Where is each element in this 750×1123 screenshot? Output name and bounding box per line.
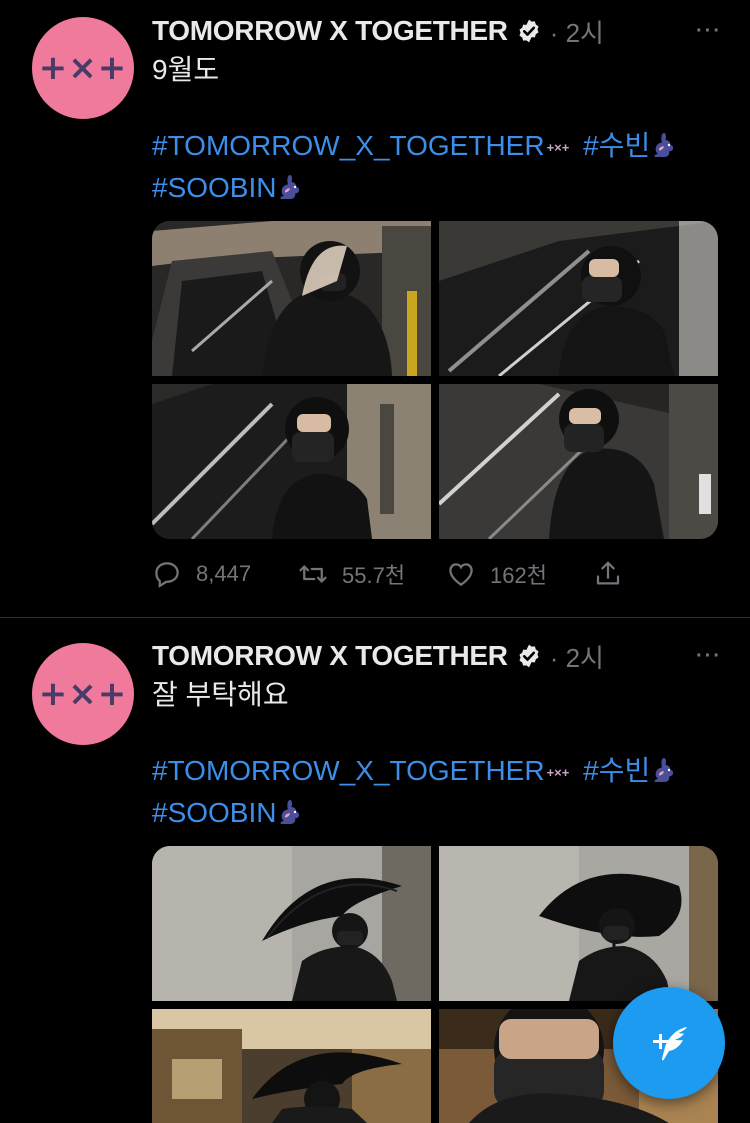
share-button[interactable] — [593, 559, 623, 589]
avatar-logo: +×+ — [38, 48, 128, 88]
tweet-actions: 8,447 55.7천 162천 — [152, 556, 632, 592]
retweet-count: 55.7천 — [342, 563, 406, 588]
verified-icon — [519, 19, 539, 43]
more-options-icon[interactable]: ··· — [696, 20, 722, 43]
tweet-header: TOMORROW X TOGETHER · 2시 ··· — [152, 13, 722, 49]
reply-count: 8,447 — [196, 561, 252, 586]
tweet-hashtags: #TOMORROW_X_TOGETHER +×+ #수빈 #SOOBIN — [152, 751, 722, 833]
tweet-divider — [0, 617, 750, 618]
avatar[interactable]: +×+ — [32, 17, 134, 119]
hashtag-link[interactable]: #SOOBIN — [152, 172, 276, 203]
tweet-time: · 2시 — [549, 17, 604, 48]
media-photo[interactable] — [439, 221, 718, 376]
hashtag-link[interactable]: #수빈 — [583, 130, 650, 161]
bunny-emoji-icon — [654, 758, 674, 782]
bunny-emoji-icon — [654, 133, 674, 157]
reply-icon — [155, 562, 179, 588]
reply-button[interactable]: 8,447 — [152, 559, 251, 589]
avatar[interactable]: +×+ — [32, 643, 134, 745]
compose-icon — [653, 1027, 687, 1061]
compose-tweet-button[interactable] — [613, 987, 725, 1099]
hashtag-link[interactable]: #TOMORROW_X_TOGETHER — [152, 130, 545, 161]
media-photo[interactable] — [152, 221, 431, 376]
bunny-emoji-icon — [280, 799, 300, 824]
like-icon — [449, 563, 473, 586]
media-grid — [152, 221, 718, 539]
tweet[interactable]: +×+ TOMORROW X TOGETHER · 2시 ··· 9월도 #TO… — [0, 0, 750, 618]
author-name[interactable]: TOMORROW X TOGETHER — [152, 640, 508, 672]
tweet-hashtags: #TOMORROW_X_TOGETHER +×+ #수빈 #SOOBIN — [152, 126, 722, 208]
media-photo[interactable] — [439, 846, 718, 1001]
media-photo[interactable] — [152, 384, 431, 539]
bunny-emoji-icon — [280, 174, 300, 199]
tweet-text: 잘 부탁해요 — [152, 679, 289, 710]
txt-hashflag-icon: +×+ — [546, 139, 570, 155]
more-options-icon[interactable]: ··· — [696, 645, 722, 668]
media-photo[interactable] — [439, 384, 718, 539]
author-name[interactable]: TOMORROW X TOGETHER — [152, 15, 508, 47]
hashtag-link[interactable]: #SOOBIN — [152, 797, 276, 828]
like-button[interactable]: 162천 — [446, 558, 547, 590]
verified-icon — [519, 644, 539, 668]
retweet-button[interactable]: 55.7천 — [298, 558, 405, 590]
tweet-header: TOMORROW X TOGETHER · 2시 ··· — [152, 638, 722, 674]
media-photo[interactable] — [152, 846, 431, 1001]
media-photo[interactable] — [152, 1009, 431, 1123]
tweet-text: 9월도 — [152, 54, 220, 85]
share-icon — [596, 561, 620, 585]
like-count: 162천 — [490, 563, 547, 588]
tweet-time: · 2시 — [549, 642, 604, 673]
txt-hashflag-icon: +×+ — [546, 764, 570, 780]
hashtag-link[interactable]: #수빈 — [583, 755, 650, 786]
avatar-logo: +×+ — [38, 674, 128, 714]
hashtag-link[interactable]: #TOMORROW_X_TOGETHER — [152, 755, 545, 786]
retweet-icon — [299, 565, 327, 583]
